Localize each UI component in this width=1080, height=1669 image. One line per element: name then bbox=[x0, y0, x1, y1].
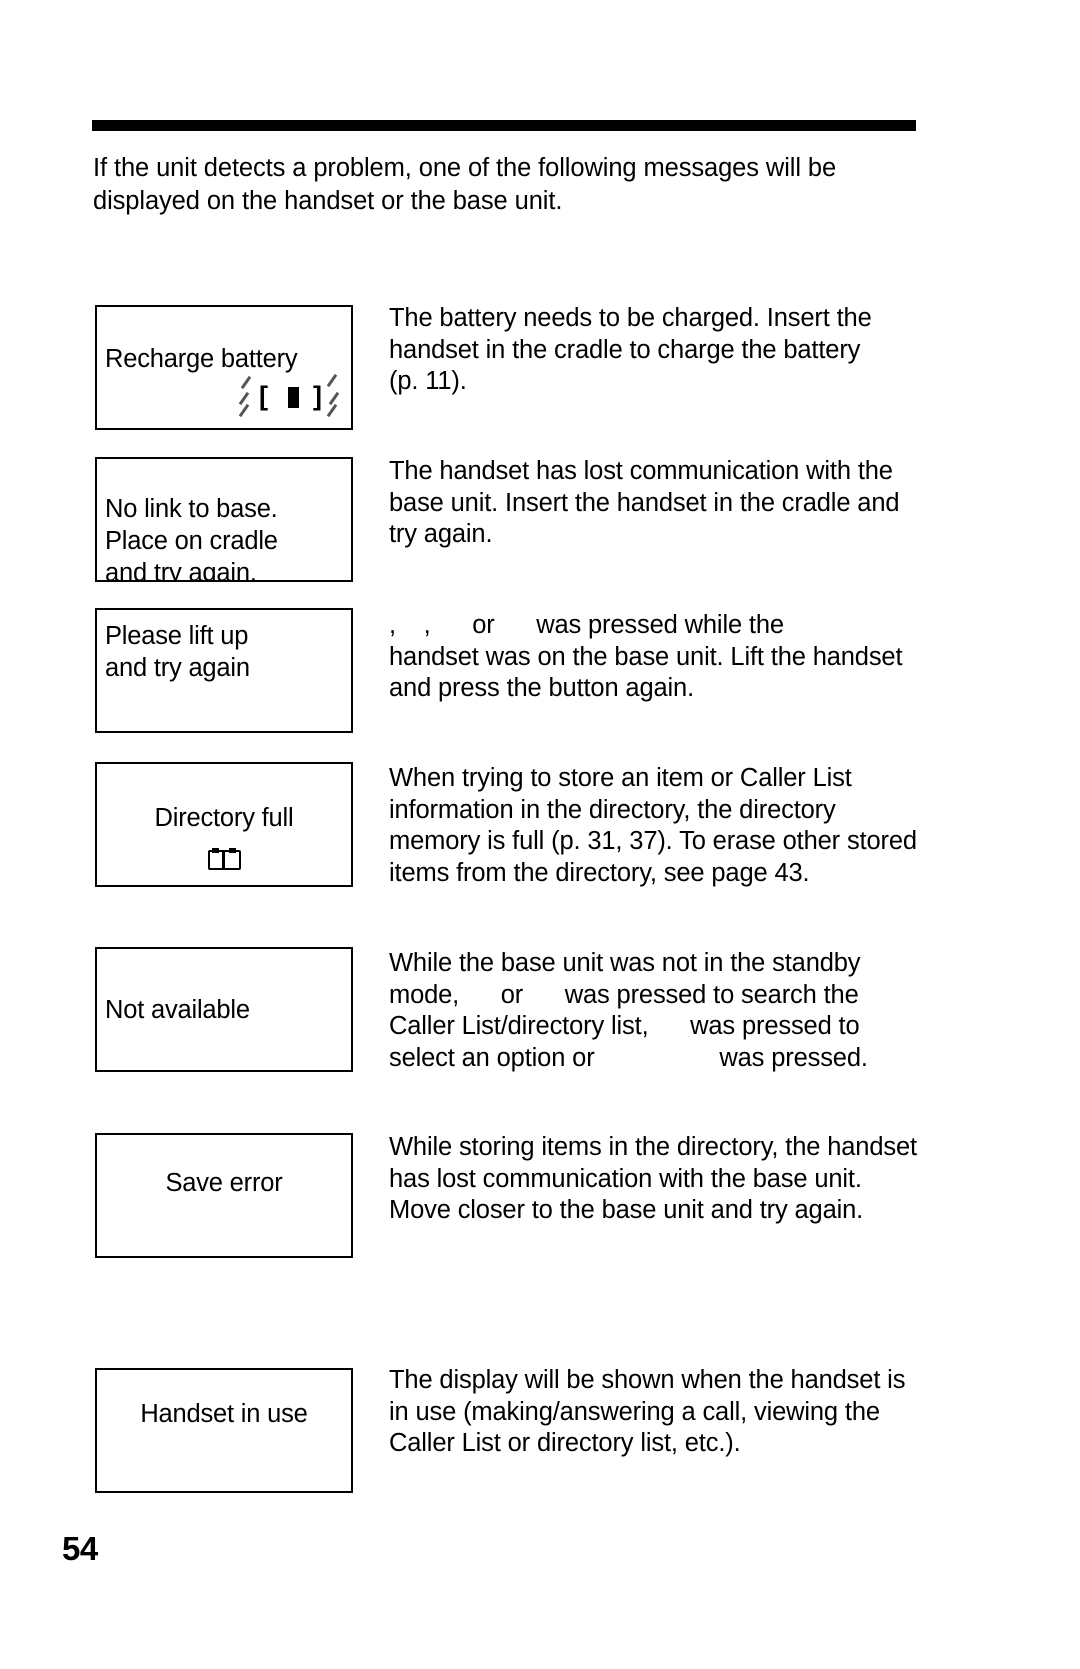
lcd-display-save-error: Save error bbox=[95, 1133, 353, 1258]
battery-cell bbox=[288, 387, 299, 408]
lcd-line: and try again. bbox=[105, 559, 257, 582]
lcd-line: Directory full bbox=[154, 804, 294, 832]
description-line: handset was on the base unit. Lift the h… bbox=[389, 642, 903, 671]
description-line: mode, or was pressed to search the bbox=[389, 980, 859, 1009]
description-line: , , or was pressed while the bbox=[389, 611, 784, 639]
description-line: Move closer to the base unit and try aga… bbox=[389, 1196, 864, 1224]
header-rule bbox=[92, 120, 916, 131]
description-line: base unit. Insert the handset in the cra… bbox=[389, 488, 900, 517]
lcd-line: Place on cradle bbox=[105, 527, 278, 555]
lcd-text-block: No link to base. Place on cradle and try a… bbox=[97, 493, 351, 582]
battery-flash-mark bbox=[326, 373, 338, 388]
lcd-display-no-link-to-base: No link to base. Place on cradle and try a… bbox=[95, 457, 353, 582]
description-directory-full: When trying to store an item or Caller L… bbox=[389, 763, 959, 889]
lcd-display-directory-full: Directory full bbox=[95, 762, 353, 887]
lcd-text-block: Save error bbox=[97, 1167, 351, 1199]
lcd-text-block: Directory full bbox=[97, 802, 351, 834]
lcd-line: Save error bbox=[165, 1169, 283, 1197]
description-line: memory is full (p. 31, 37). To erase oth… bbox=[389, 827, 917, 855]
description-line: has lost communication with the base uni… bbox=[389, 1164, 862, 1193]
lcd-line: Recharge battery bbox=[105, 345, 298, 373]
lcd-display-handset-in-use: Handset in use bbox=[95, 1368, 353, 1493]
battery-flash-mark bbox=[326, 403, 338, 418]
book-tab bbox=[229, 848, 236, 853]
description-line: select an option or was pressed. bbox=[389, 1043, 868, 1072]
description-line: handset in the cradle to charge the batt… bbox=[389, 335, 861, 364]
description-recharge-battery: The battery needs to be charged. Insert … bbox=[389, 303, 959, 398]
description-line: The battery needs to be charged. Insert … bbox=[389, 304, 872, 332]
lcd-text-block: Handset in use bbox=[97, 1398, 351, 1430]
flashing-battery-icon: [] bbox=[231, 373, 341, 421]
book-spine bbox=[222, 850, 225, 870]
description-line: and press the button again. bbox=[389, 674, 695, 702]
lcd-text-block: Please lift up and try again bbox=[97, 620, 351, 684]
description-line: While storing items in the directory, th… bbox=[389, 1133, 917, 1161]
description-line: The handset has lost communication with … bbox=[389, 457, 893, 485]
description-line: When trying to store an item or Caller L… bbox=[389, 764, 852, 792]
lcd-line: Handset in use bbox=[140, 1400, 308, 1428]
page-number: 54 bbox=[62, 1530, 98, 1567]
description-no-link-to-base: The handset has lost communication with … bbox=[389, 456, 959, 551]
description-line: (p. 11). bbox=[389, 367, 467, 395]
description-line: Caller List/directory list, was pressed … bbox=[389, 1012, 860, 1040]
battery-bracket-left: [ bbox=[259, 381, 268, 411]
battery-bracket-right: ] bbox=[313, 381, 322, 411]
description-not-available: While the base unit was not in the stand… bbox=[389, 948, 959, 1074]
description-line: The display will be shown when the hands… bbox=[389, 1366, 906, 1394]
description-line: items from the directory, see page 43. bbox=[389, 858, 810, 887]
lcd-display-not-available: Not available bbox=[95, 947, 353, 1072]
description-line: information in the directory, the direct… bbox=[389, 795, 836, 824]
lcd-display-please-lift-up: Please lift up and try again bbox=[95, 608, 353, 733]
description-line: in use (making/answering a call, viewing… bbox=[389, 1397, 880, 1426]
description-line: While the base unit was not in the stand… bbox=[389, 949, 861, 977]
battery-flash-mark bbox=[238, 391, 250, 406]
description-line: try again. bbox=[389, 520, 493, 548]
lcd-text-block: Recharge battery bbox=[97, 343, 351, 375]
description-save-error: While storing items in the directory, th… bbox=[389, 1132, 959, 1227]
manual-page: If the unit detects a problem, one of th… bbox=[0, 0, 1080, 1669]
battery-flash-mark bbox=[240, 375, 252, 390]
book-tab bbox=[212, 848, 219, 853]
intro-paragraph: If the unit detects a problem, one of th… bbox=[93, 154, 837, 215]
lcd-line: Please lift up bbox=[105, 622, 249, 650]
battery-flash-mark bbox=[238, 403, 250, 418]
lcd-line: Not available bbox=[105, 996, 250, 1024]
lcd-text-block: Not available bbox=[97, 994, 351, 1026]
description-handset-in-use: The display will be shown when the hands… bbox=[389, 1365, 959, 1460]
lcd-line: No link to base. bbox=[105, 495, 278, 523]
lcd-display-recharge-battery: Recharge battery[] bbox=[95, 305, 353, 430]
lcd-line: and try again bbox=[105, 654, 250, 682]
description-please-lift-up: , , or was pressed while the handset was … bbox=[389, 610, 959, 705]
directory-book-icon bbox=[208, 848, 242, 872]
description-line: Caller List or directory list, etc.). bbox=[389, 1429, 741, 1457]
